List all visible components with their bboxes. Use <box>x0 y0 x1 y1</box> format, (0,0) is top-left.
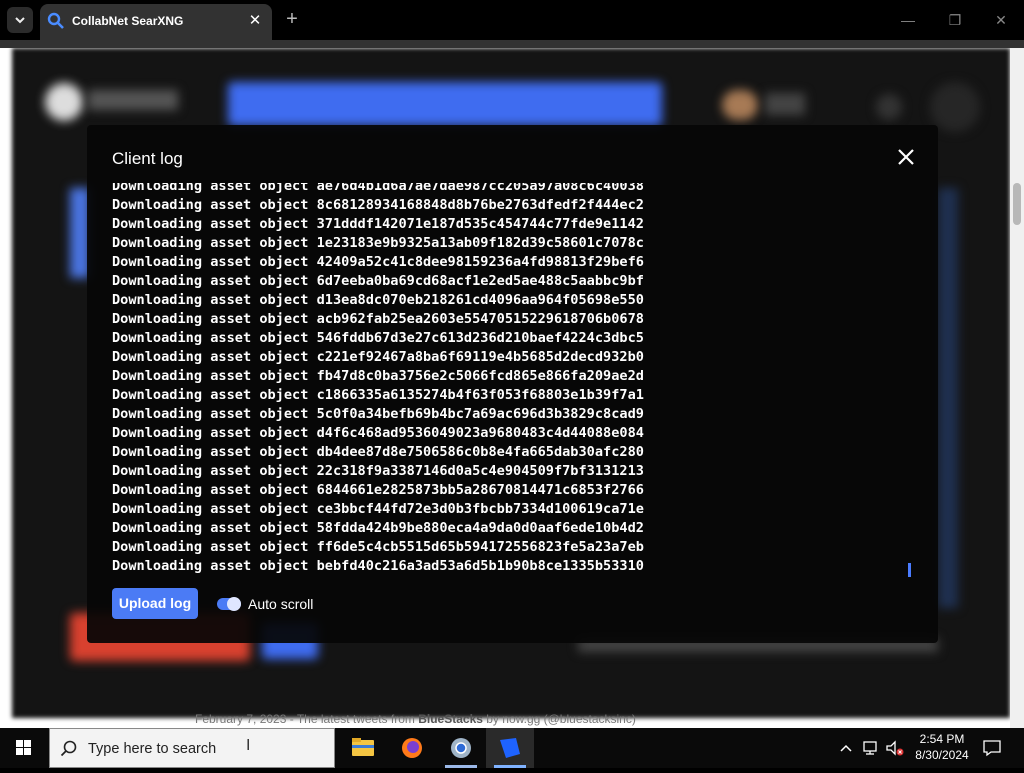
bluestacks-icon <box>500 738 520 758</box>
browser-icon <box>451 738 471 758</box>
browser-tab-active[interactable]: CollabNet SearXNG ✕ <box>40 4 272 40</box>
browser-titlebar: CollabNet SearXNG ✕ + — ❐ ✕ <box>0 0 1024 40</box>
log-line: Downloading asset object ae76d4b1d6a7ae7… <box>112 183 644 194</box>
right-panel <box>938 188 958 608</box>
log-line: Downloading asset object fb47d8c0ba3756e… <box>112 368 644 384</box>
power-icon[interactable] <box>930 82 980 132</box>
toggle-knob <box>227 597 241 611</box>
avatar[interactable] <box>722 90 758 120</box>
chevron-up-icon[interactable] <box>838 740 854 756</box>
windows-taskbar: Type here to search I 2:54 PM 8/30/2024 <box>0 728 1024 768</box>
page-scrollbar-thumb[interactable] <box>1013 183 1021 225</box>
page-scrollbar[interactable] <box>1010 48 1024 728</box>
log-line: Downloading asset object 42409a52c41c8de… <box>112 254 644 270</box>
upload-log-button[interactable]: Upload log <box>112 588 198 619</box>
clock-time: 2:54 PM <box>919 732 965 746</box>
log-line: Downloading asset object 8c6812893416884… <box>112 197 644 213</box>
log-line: Downloading asset object db4dee87d8e7506… <box>112 444 644 460</box>
volume-muted-icon[interactable] <box>885 739 905 757</box>
close-icon[interactable] <box>896 147 916 167</box>
log-line: Downloading asset object 22c318f9a338714… <box>112 463 644 479</box>
log-line: Downloading asset object 5c0f0a34befb69b… <box>112 406 644 422</box>
log-line: Downloading asset object d4f6c468ad95360… <box>112 425 644 441</box>
settings-icon[interactable] <box>876 94 902 120</box>
network-icon[interactable] <box>861 739 879 757</box>
chevron-down-icon <box>15 17 25 24</box>
windows-start-icon[interactable] <box>0 728 48 768</box>
log-line: Downloading asset object d13ea8dc070eb21… <box>112 292 644 308</box>
user-info <box>765 93 805 115</box>
tab-search-menu-button[interactable] <box>7 7 33 33</box>
taskbar-chromium[interactable] <box>437 728 485 768</box>
log-lines: Downloading asset object ae76d4b1d6a7ae7… <box>112 183 644 575</box>
browser-toolbar <box>0 40 1024 48</box>
notification-icon[interactable] <box>982 738 1002 758</box>
log-output[interactable]: Downloading asset object ae76d4b1d6a7ae7… <box>112 183 912 575</box>
log-scroll-indicator[interactable] <box>908 563 911 577</box>
client-log-dialog: Client log Downloading asset object ae76… <box>87 125 938 643</box>
window-close-button[interactable]: ✕ <box>986 10 1016 30</box>
dialog-title: Client log <box>112 149 183 168</box>
search-favicon-icon <box>47 12 64 29</box>
app-logo-text <box>88 90 178 110</box>
tab-title: CollabNet SearXNG <box>72 14 184 28</box>
log-line: Downloading asset object 1e23183e9b9325a… <box>112 235 644 251</box>
log-line: Downloading asset object acb962fab25ea26… <box>112 311 644 327</box>
taskbar-file-explorer[interactable] <box>339 728 387 768</box>
new-tab-button[interactable]: + <box>282 9 302 29</box>
auto-scroll-label: Auto scroll <box>248 596 314 612</box>
taskbar-search-input[interactable]: Type here to search I <box>49 728 335 768</box>
clock-date: 8/30/2024 <box>915 748 969 762</box>
tab-close-button[interactable]: ✕ <box>246 12 264 30</box>
text-cursor-icon: I <box>246 737 251 754</box>
log-line: Downloading asset object 6844661e2825873… <box>112 482 644 498</box>
window-restore-button[interactable]: ❐ <box>940 10 970 30</box>
log-line: Downloading asset object bebfd40c216a3ad… <box>112 558 644 574</box>
log-line: Downloading asset object 58fdda424b9be88… <box>112 520 644 536</box>
firefox-icon <box>402 738 422 758</box>
log-line: Downloading asset object 546fddb67d3e27c… <box>112 330 644 346</box>
auto-scroll-toggle[interactable] <box>217 597 241 611</box>
folder-icon <box>352 738 374 756</box>
log-line: Downloading asset object ff6de5c4cb5515d… <box>112 539 644 555</box>
log-line: Downloading asset object c1866335a613527… <box>112 387 644 403</box>
log-line: Downloading asset object 6d7eeba0ba69cd6… <box>112 273 644 289</box>
log-line: Downloading asset object c221ef92467a8ba… <box>112 349 644 365</box>
promo-banner[interactable] <box>228 82 662 126</box>
log-line: Downloading asset object 371dddf142071e1… <box>112 216 644 232</box>
system-clock[interactable]: 2:54 PM 8/30/2024 <box>913 731 971 763</box>
app-logo <box>45 83 83 121</box>
taskbar-bluestacks[interactable] <box>486 728 534 768</box>
search-placeholder: Type here to search <box>88 741 217 757</box>
window-minimize-button[interactable]: — <box>893 10 923 30</box>
search-icon <box>60 740 77 757</box>
taskbar-firefox[interactable] <box>388 728 436 768</box>
search-result-snippet: February 7, 2023 - The latest tweets fro… <box>195 712 636 726</box>
log-line: Downloading asset object ce3bbcf44fd72e3… <box>112 501 644 517</box>
